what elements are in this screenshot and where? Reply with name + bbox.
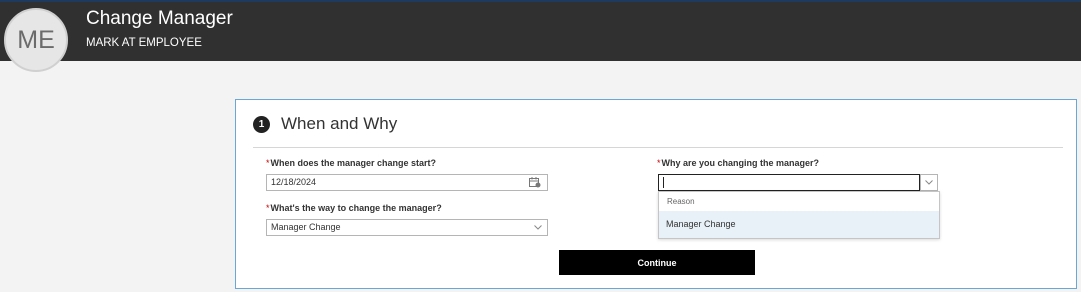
section-title: When and Why <box>281 114 398 133</box>
chevron-down-icon <box>925 180 933 185</box>
employee-name: MARK AT EMPLOYEE <box>86 37 202 49</box>
dropdown-option-manager-change[interactable]: Manager Change <box>659 211 939 238</box>
reason-dropdown-list: Reason Manager Change <box>658 191 940 239</box>
change-way-label: *What's the way to change the manager? <box>266 203 442 213</box>
section-divider <box>253 147 1063 148</box>
calendar-icon[interactable] <box>529 177 541 188</box>
text-cursor <box>663 177 664 189</box>
start-date-input[interactable]: 12/18/2024 <box>266 174 548 191</box>
page-header: Change Manager MARK AT EMPLOYEE <box>0 2 1081 61</box>
continue-button[interactable]: Continue <box>559 250 755 275</box>
start-date-label: *When does the manager change start? <box>266 158 437 168</box>
when-and-why-section: 1 When and Why *When does the manager ch… <box>235 99 1077 289</box>
page-title: Change Manager <box>86 8 233 29</box>
reason-label: *Why are you changing the manager? <box>657 158 820 168</box>
start-date-value: 12/18/2024 <box>271 177 317 187</box>
change-way-select[interactable]: Manager Change <box>266 219 548 236</box>
chevron-down-icon[interactable] <box>534 225 542 230</box>
reason-input[interactable] <box>658 174 920 191</box>
dropdown-header: Reason <box>667 197 695 206</box>
step-number-badge: 1 <box>253 116 270 133</box>
avatar: ME <box>4 8 68 72</box>
change-way-value: Manager Change <box>271 222 341 232</box>
reason-dropdown-toggle[interactable] <box>920 174 938 191</box>
required-marker: * <box>266 158 270 168</box>
